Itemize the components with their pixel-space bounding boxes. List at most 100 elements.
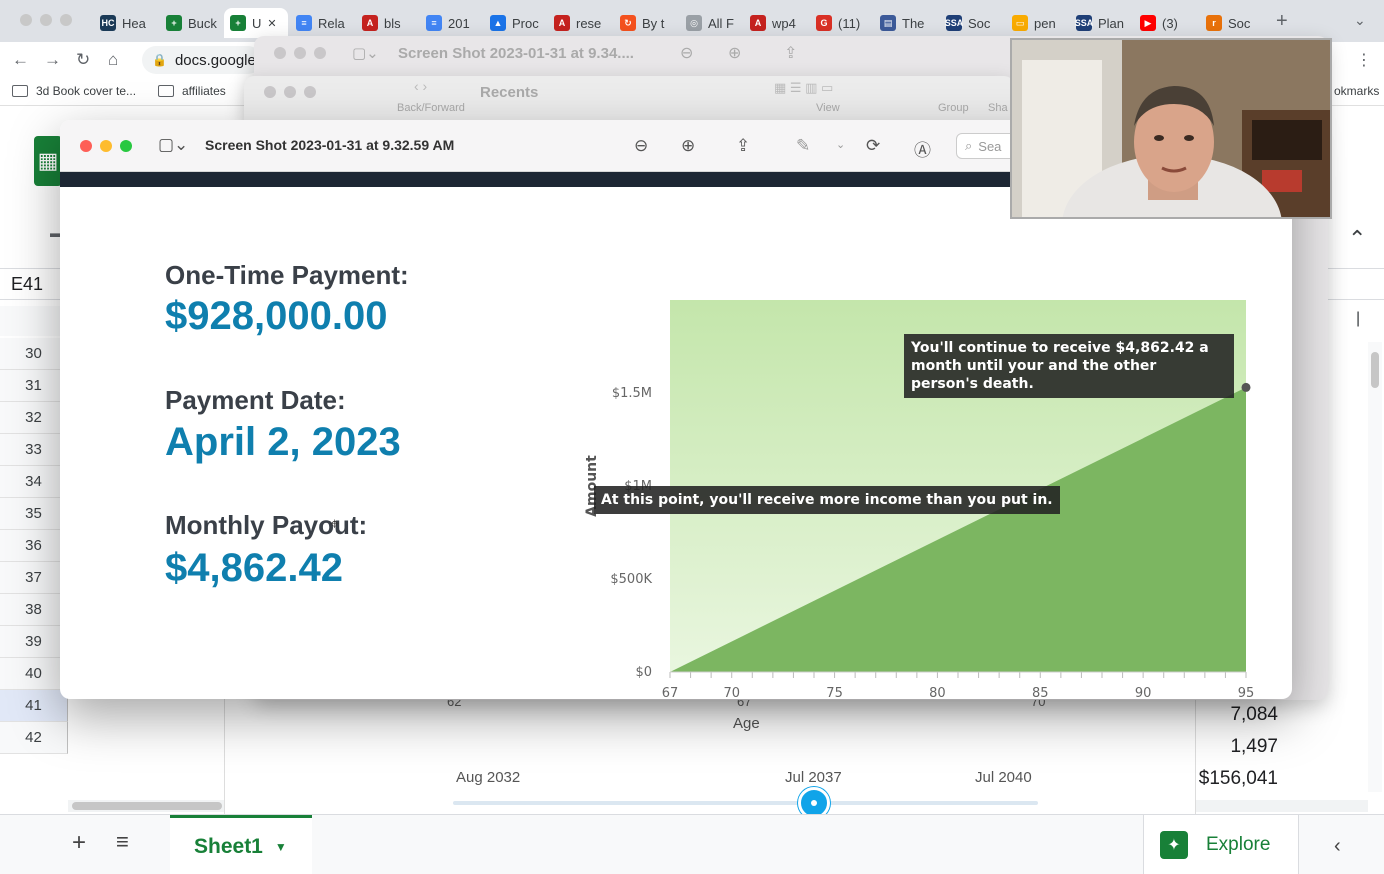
share-icon[interactable]: ⇪ — [784, 43, 797, 63]
markup-pen-icon[interactable]: ✎ — [796, 136, 810, 156]
finder-minimize-button[interactable] — [284, 86, 296, 98]
browser-tab[interactable]: ≡ 201 — [420, 8, 482, 38]
webcam-overlay — [1010, 38, 1332, 219]
row-header[interactable]: 40 — [0, 658, 68, 690]
row-header[interactable]: 36 — [0, 530, 68, 562]
zoom-out-icon[interactable]: ⊖ — [634, 136, 648, 156]
browser-tab[interactable]: HC Hea — [94, 8, 156, 38]
browser-tab[interactable]: ↻ By t — [614, 8, 676, 38]
tab-favicon-icon: + — [166, 15, 182, 31]
collapse-menu-chevron-icon[interactable]: ⌃ — [1348, 226, 1366, 252]
browser-tab[interactable]: + U ✕ — [224, 8, 288, 38]
sheets-logo-icon[interactable]: ▦ — [34, 136, 62, 186]
home-icon[interactable]: ⌂ — [108, 50, 118, 70]
window-close-button[interactable] — [20, 14, 32, 26]
tab-label: pen — [1034, 15, 1056, 31]
tab-label: rese — [576, 15, 602, 31]
preview-zoom-button[interactable] — [120, 140, 132, 152]
side-panel-chevron-icon[interactable]: ‹ — [1334, 835, 1341, 858]
browser-tab[interactable]: ▶ (3) — [1134, 8, 1196, 38]
window-minimize-button[interactable] — [40, 14, 52, 26]
row-header[interactable]: 32 — [0, 402, 68, 434]
browser-menu-icon[interactable]: ⋮ — [1356, 50, 1372, 70]
markup-dropdown-chevron-icon[interactable]: ⌄ — [836, 138, 845, 151]
tab-favicon-icon: G — [816, 15, 832, 31]
all-sheets-list-icon[interactable]: ≡ — [116, 829, 129, 855]
sheet-tab-dropdown-icon[interactable]: ▼ — [275, 840, 287, 854]
sidebar-toggle-icon[interactable]: ▢⌄ — [158, 135, 188, 155]
browser-tab[interactable]: Abls — [356, 8, 418, 38]
x-tick-label: 95 — [1238, 686, 1255, 699]
other-bookmarks-label[interactable]: okmarks — [1334, 84, 1379, 98]
tab-label: (3) — [1162, 15, 1178, 31]
row-header[interactable]: 31 — [0, 370, 68, 402]
row-header[interactable]: 37 — [0, 562, 68, 594]
tab-close-icon[interactable]: ✕ — [267, 17, 276, 30]
add-sheet-icon[interactable]: + — [72, 829, 86, 857]
slider-label-mid: Jul 2037 — [785, 769, 842, 786]
cell-value[interactable]: $156,041 — [1196, 768, 1366, 790]
browser-tab[interactable]: r Soc — [1200, 8, 1262, 38]
markup-toolbar-icon[interactable]: Ⓐ — [914, 136, 931, 161]
sidebar-toggle-icon[interactable]: ▢⌄ — [352, 44, 379, 62]
row-header[interactable]: 38 — [0, 594, 68, 626]
rotate-icon[interactable]: ⟳ — [866, 136, 880, 156]
sheets-bottom-bar: + ≡ Sheet1 ▼ ✦ Explore ‹ — [0, 814, 1384, 874]
finder-back-forward-icon[interactable]: ‹ › — [414, 78, 427, 94]
browser-tab[interactable]: G (11) — [810, 8, 872, 38]
row-header[interactable]: 35 — [0, 498, 68, 530]
browser-tab[interactable]: ▤ The — [874, 8, 936, 38]
browser-tab[interactable]: ▭ pen — [1006, 8, 1068, 38]
cell-value[interactable]: 1,497 — [1196, 736, 1366, 758]
back-window-zoom-button[interactable] — [314, 47, 326, 59]
vertical-scrollbar[interactable] — [1368, 342, 1382, 792]
browser-tab[interactable]: Awp4 — [744, 8, 806, 38]
row-header[interactable]: 33 — [0, 434, 68, 466]
back-arrow-icon[interactable]: ← — [12, 50, 29, 70]
tab-search-chevron-icon[interactable]: ⌄ — [1354, 12, 1366, 29]
zoom-in-icon[interactable]: ⊕ — [728, 43, 741, 63]
zoom-in-icon[interactable]: ⊕ — [681, 136, 695, 156]
cell-value[interactable]: 7,084 — [1196, 704, 1366, 726]
address-bar[interactable]: 🔒 docs.google — [142, 46, 262, 74]
browser-tab[interactable]: Arese — [548, 8, 610, 38]
browser-tab[interactable]: SSA Soc — [940, 8, 1002, 38]
row-header[interactable]: 42 — [0, 722, 68, 754]
slider-track[interactable] — [453, 801, 1038, 805]
forward-arrow-icon[interactable]: → — [44, 50, 61, 70]
browser-tab[interactable]: ≡ Rela — [290, 8, 352, 38]
bookmark-item-book-cover[interactable]: 3d Book cover te... — [12, 84, 136, 98]
sheet-tab-sheet1[interactable]: Sheet1 ▼ — [170, 815, 312, 874]
finder-close-button[interactable] — [264, 86, 276, 98]
finder-zoom-button[interactable] — [304, 86, 316, 98]
bookmark-item-affiliates[interactable]: affiliates — [158, 84, 226, 98]
row-header[interactable]: 30 — [0, 338, 68, 370]
row-header[interactable]: 34 — [0, 466, 68, 498]
reload-icon[interactable]: ↻ — [76, 50, 90, 70]
new-tab-icon[interactable]: + — [1276, 10, 1288, 33]
window-zoom-button[interactable] — [60, 14, 72, 26]
tab-label: Plan — [1098, 15, 1125, 31]
row-header[interactable]: 39 — [0, 626, 68, 658]
vertical-scroll-thumb[interactable] — [1371, 352, 1379, 388]
horizontal-scroll-thumb[interactable] — [72, 802, 222, 810]
browser-tab[interactable]: + Buck — [160, 8, 222, 38]
select-all-corner[interactable] — [0, 306, 68, 336]
share-icon[interactable]: ⇪ — [736, 136, 750, 156]
preview-window-title: Screen Shot 2023-01-31 at 9.32.59 AM — [205, 137, 455, 153]
row-header[interactable]: 41 — [0, 690, 68, 722]
tab-label: Soc — [968, 15, 991, 31]
browser-tab[interactable]: ▲ Proc — [484, 8, 546, 38]
browser-tab[interactable]: SSA Plan — [1070, 8, 1132, 38]
zoom-out-icon[interactable]: ⊖ — [680, 43, 693, 63]
preview-minimize-button[interactable] — [100, 140, 112, 152]
preview-close-button[interactable] — [80, 140, 92, 152]
view-mode-icons[interactable]: ▦ ☰ ▥ ▭ — [774, 80, 833, 96]
name-box[interactable]: E41 — [11, 274, 43, 295]
explore-button[interactable]: ✦ Explore — [1143, 815, 1299, 874]
browser-tab[interactable]: ◎ All F — [680, 8, 742, 38]
back-window-minimize-button[interactable] — [294, 47, 306, 59]
back-window-close-button[interactable] — [274, 47, 286, 59]
embedded-calculator-panel: 62 67 70 Age Aug 2032 Jul 2037 Jul 2040 — [224, 694, 1196, 825]
mouse-cursor-icon: ⌖ — [330, 516, 340, 533]
